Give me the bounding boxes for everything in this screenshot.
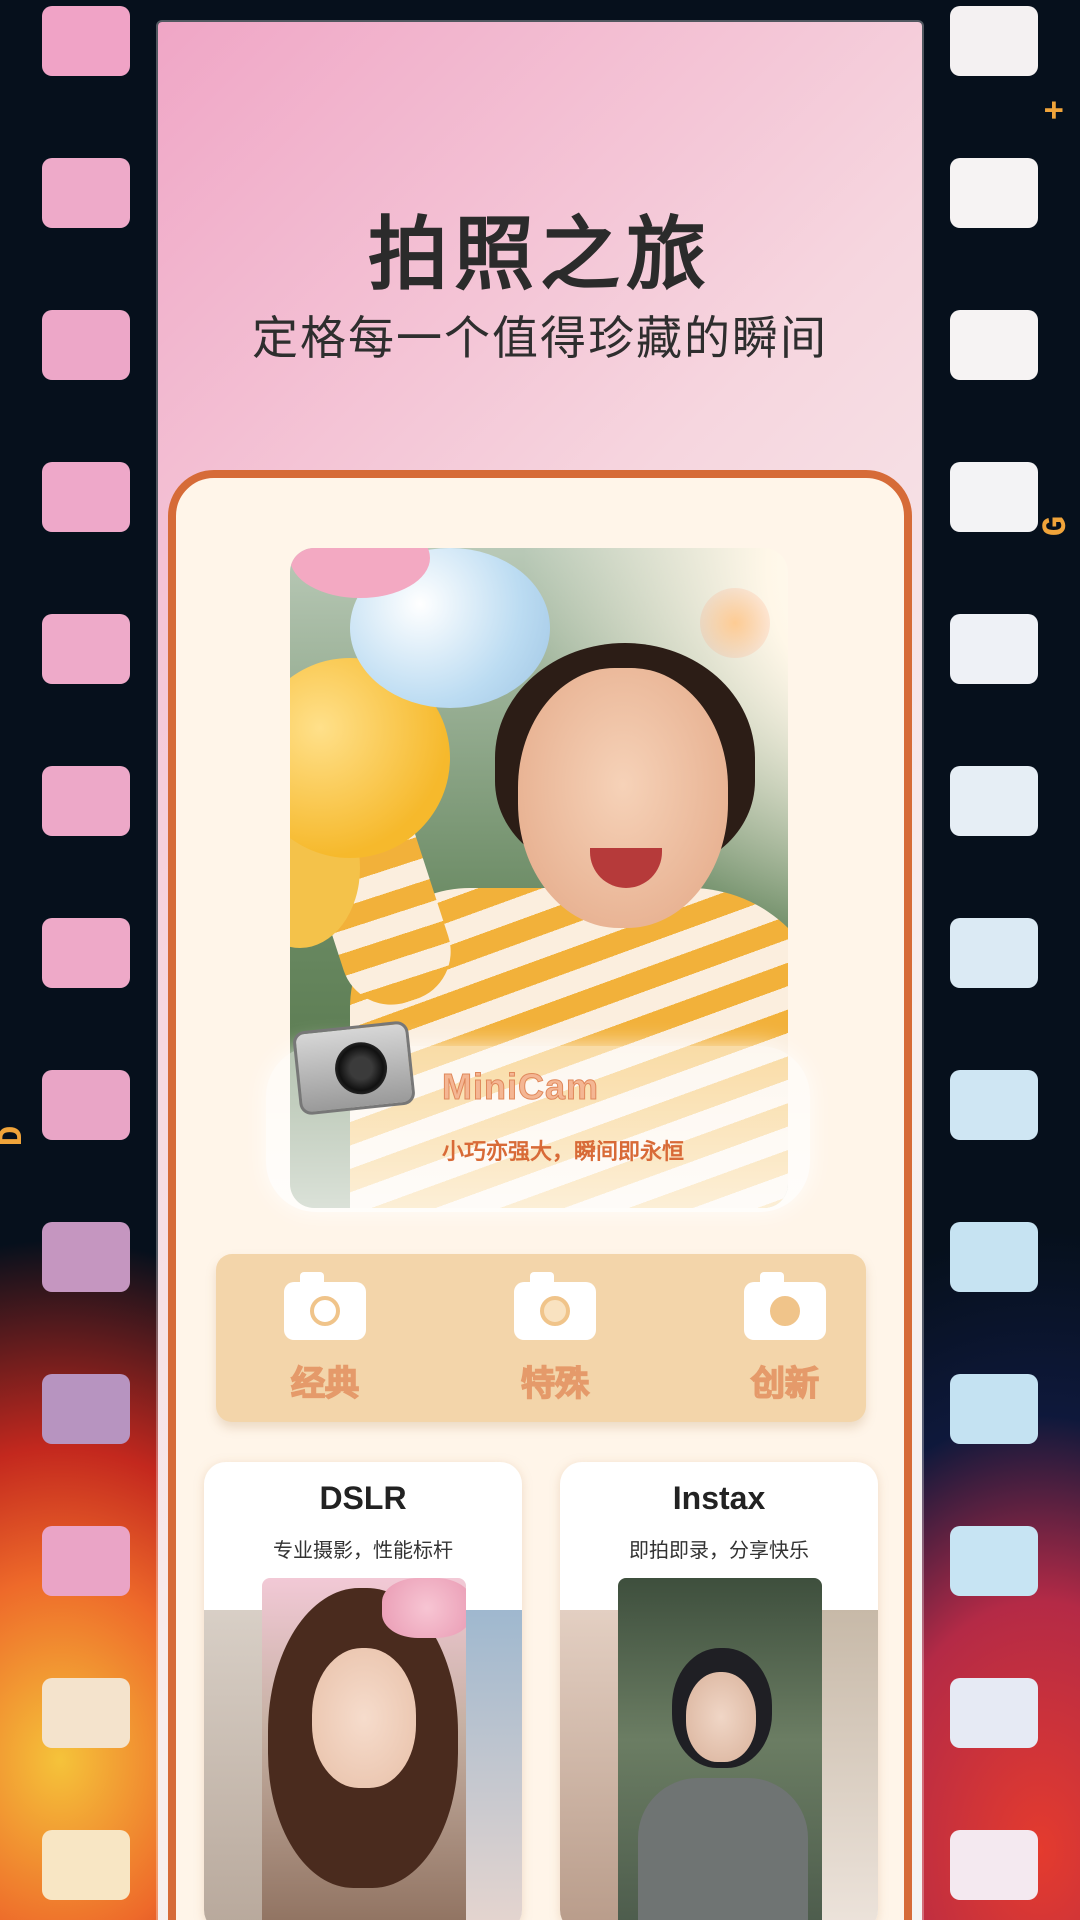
page-title: 拍照之旅 [368, 208, 712, 301]
camera-lens-icon [332, 1039, 390, 1097]
film-sprocket-hole [950, 1222, 1038, 1292]
compact-camera-icon [291, 1020, 417, 1116]
film-sprocket-hole [950, 1070, 1038, 1140]
film-edge-mark-right-top: + [1038, 97, 1077, 121]
film-sprocket-hole [42, 1222, 130, 1292]
film-sprocket-hole [950, 1374, 1038, 1444]
film-sprocket-hole [950, 6, 1038, 76]
film-sprocket-hole [42, 918, 130, 988]
category-classic[interactable]: 经典 [264, 1254, 384, 1422]
film-sprocket-hole [42, 6, 130, 76]
camera-icon [514, 1272, 596, 1340]
hero-photo-face [518, 668, 728, 928]
film-sprocket-hole [42, 1830, 130, 1900]
film-sprocket-hole [950, 766, 1038, 836]
film-edge-mark-left: D [0, 1124, 32, 1146]
product-subtitle: 即拍即录，分享快乐 [629, 1538, 809, 1562]
film-sprocket-hole [950, 1678, 1038, 1748]
film-sprocket-hole [950, 614, 1038, 684]
film-sprocket-hole [42, 1374, 130, 1444]
bokeh-light [700, 588, 770, 658]
product-photo-main [618, 1578, 822, 1920]
film-sprocket-hole [950, 1830, 1038, 1900]
product-card-dslr[interactable]: DSLR 专业摄影，性能标杆 [204, 1462, 522, 1920]
film-sprocket-hole [950, 918, 1038, 988]
hero-brand-name: MiniCam [441, 1066, 600, 1108]
film-sprocket-hole [42, 462, 130, 532]
film-sprocket-hole [950, 1526, 1038, 1596]
category-label: 经典 [290, 1363, 360, 1405]
film-edge-mark-right-mid: G [1038, 513, 1077, 537]
hero-brand-slogan: 小巧亦强大，瞬间即永恒 [442, 1140, 685, 1165]
film-sprocket-hole [42, 1070, 130, 1140]
category-special[interactable]: 特殊 [494, 1254, 614, 1422]
category-bar: 经典 特殊 创新 [216, 1254, 866, 1422]
film-sprocket-hole [950, 462, 1038, 532]
camera-icon [284, 1272, 366, 1340]
product-title: DSLR [319, 1480, 407, 1516]
category-innovative[interactable]: 创新 [724, 1254, 844, 1422]
film-sprocket-hole [42, 1678, 130, 1748]
film-sprocket-hole [42, 1526, 130, 1596]
film-sprocket-hole [42, 614, 130, 684]
category-label: 创新 [750, 1363, 820, 1405]
product-card-instax[interactable]: Instax 即拍即录，分享快乐 [560, 1462, 878, 1920]
page-subtitle: 定格每一个值得珍藏的瞬间 [252, 311, 828, 365]
category-label: 特殊 [520, 1363, 590, 1405]
camera-icon [744, 1272, 826, 1340]
product-subtitle: 专业摄影，性能标杆 [273, 1538, 453, 1562]
product-photo-main [262, 1578, 466, 1920]
film-sprocket-hole [42, 766, 130, 836]
product-title: Instax [672, 1480, 766, 1516]
